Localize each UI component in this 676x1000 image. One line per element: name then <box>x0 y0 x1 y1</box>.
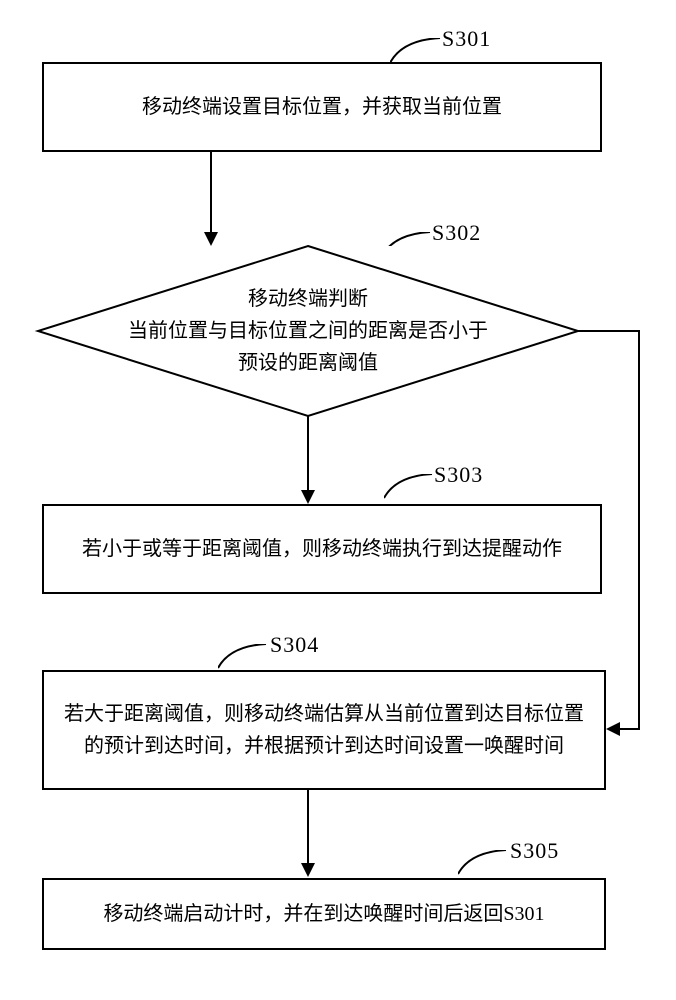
arrow-head-s304-s305 <box>301 863 315 877</box>
arrow-s301-s302 <box>210 152 212 234</box>
step-box-s303: 若小于或等于距离阈值，则移动终端执行到达提醒动作 <box>42 504 602 594</box>
step-box-s304: 若大于距离阈值，则移动终端估算从当前位置到达目标位置的预计到达时间，并根据预计到… <box>42 670 606 790</box>
step-text-s302: 移动终端判断 当前位置与目标位置之间的距离是否小于 预设的距离阈值 <box>128 283 488 379</box>
arrow-s302-s303 <box>307 416 309 492</box>
step-text-s304: 若大于距离阈值，则移动终端估算从当前位置到达目标位置的预计到达时间，并根据预计到… <box>64 698 584 762</box>
callout-s303 <box>384 474 442 502</box>
arrow-s302-s304-h2 <box>620 728 640 730</box>
step-text-s305: 移动终端启动计时，并在到达唤醒时间后返回S301 <box>103 898 544 930</box>
arrow-s302-s304-h1 <box>578 330 640 332</box>
step-diamond-s302: 移动终端判断 当前位置与目标位置之间的距离是否小于 预设的距离阈值 <box>38 246 578 416</box>
step-text-s303: 若小于或等于距离阈值，则移动终端执行到达提醒动作 <box>82 533 562 565</box>
step-box-s301: 移动终端设置目标位置，并获取当前位置 <box>42 62 602 152</box>
arrow-s304-s305 <box>307 790 309 865</box>
arrow-head-s301-s302 <box>204 232 218 246</box>
step-box-s305: 移动终端启动计时，并在到达唤醒时间后返回S301 <box>42 878 606 950</box>
arrow-s302-s304-v <box>638 330 640 730</box>
step-label-s305: S305 <box>510 838 559 864</box>
arrow-head-s302-s303 <box>301 490 315 504</box>
callout-s305 <box>458 850 516 878</box>
arrow-head-s302-s304 <box>606 722 620 736</box>
callout-s304 <box>218 644 276 672</box>
step-text-s301: 移动终端设置目标位置，并获取当前位置 <box>142 91 502 123</box>
step-label-s304: S304 <box>270 632 319 658</box>
